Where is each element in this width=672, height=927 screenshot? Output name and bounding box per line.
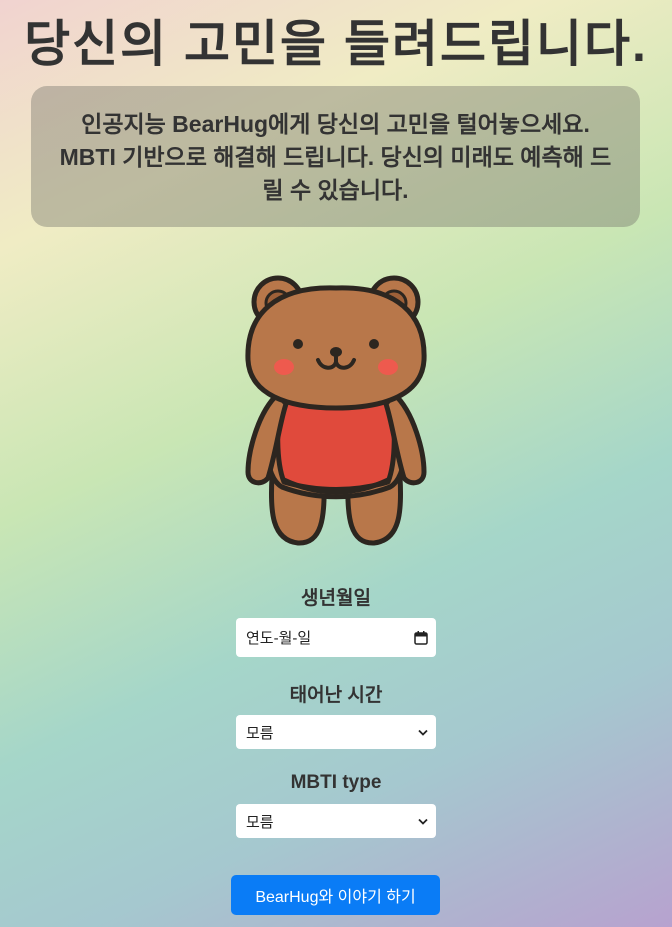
- intro-text: 인공지능 BearHug에게 당신의 고민을 털어놓으세요. MBTI 기반으로…: [59, 111, 612, 203]
- bear-mascot-icon: [245, 275, 427, 546]
- talk-with-bearhug-button[interactable]: BearHug와 이야기 하기: [231, 875, 440, 915]
- chevron-down-icon: [418, 818, 428, 825]
- birthdate-label: 생년월일: [301, 588, 371, 609]
- birth-time-label: 태어난 시간: [289, 685, 383, 706]
- calendar-icon[interactable]: [414, 630, 428, 645]
- mbti-select[interactable]: 모름: [236, 804, 436, 838]
- birthdate-placeholder: 연도-월-일: [246, 630, 312, 647]
- page-title: 당신의 고민을 들려드립니다.: [24, 16, 648, 72]
- chevron-down-icon: [418, 729, 428, 736]
- birth-time-select[interactable]: 모름: [236, 715, 436, 749]
- birthdate-input[interactable]: 연도-월-일: [236, 618, 436, 657]
- mbti-label: MBTI type: [290, 772, 382, 793]
- intro-box: 인공지능 BearHug에게 당신의 고민을 털어놓으세요. MBTI 기반으로…: [31, 86, 640, 227]
- mbti-selected: 모름: [246, 813, 274, 831]
- talk-with-bearhug-label: BearHug와 이야기 하기: [255, 889, 416, 906]
- birth-time-selected: 모름: [246, 724, 274, 742]
